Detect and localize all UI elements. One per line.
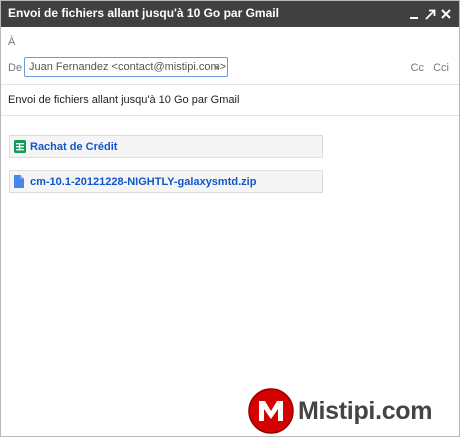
divider (1, 84, 459, 85)
from-label: De (8, 62, 23, 74)
google-sheets-icon (14, 140, 26, 156)
divider (1, 115, 459, 116)
minimize-icon[interactable] (407, 6, 421, 22)
popout-icon[interactable] (423, 6, 437, 22)
compose-window: Envoi de fichiers allant jusqu'à 10 Go p… (0, 0, 460, 437)
to-field[interactable]: À (8, 36, 15, 48)
window-controls (405, 4, 453, 24)
compose-titlebar[interactable]: Envoi de fichiers allant jusqu'à 10 Go p… (1, 1, 459, 27)
subject-field[interactable]: Envoi de fichiers allant jusqu'à 10 Go p… (8, 94, 239, 106)
from-row: De Juan Fernandez <contact@mistipi.com> … (1, 57, 459, 79)
attachment-name: cm-10.1-20121228-NIGHTLY-galaxysmtd.zip (30, 176, 257, 188)
window-title: Envoi de fichiers allant jusqu'à 10 Go p… (8, 6, 279, 20)
watermark: Mistipi.com (248, 388, 458, 436)
cc-bcc-links: Cc Cci (405, 62, 449, 74)
attachment-name: Rachat de Crédit (30, 141, 118, 153)
file-icon (14, 175, 24, 191)
attachment-chip-sheet[interactable]: Rachat de Crédit (9, 135, 323, 158)
cc-link[interactable]: Cc (411, 62, 424, 74)
to-label: À (8, 36, 16, 48)
attachment-chip-zip[interactable]: cm-10.1-20121228-NIGHTLY-galaxysmtd.zip (9, 170, 323, 193)
watermark-text: Mistipi.com (298, 397, 433, 425)
bcc-link[interactable]: Cci (433, 62, 449, 74)
chevron-down-icon (214, 66, 220, 70)
close-icon[interactable] (439, 6, 453, 22)
from-select[interactable]: Juan Fernandez <contact@mistipi.com> (24, 57, 228, 77)
mistipi-logo-icon (248, 388, 294, 436)
from-value: Juan Fernandez <contact@mistipi.com> (29, 61, 227, 73)
